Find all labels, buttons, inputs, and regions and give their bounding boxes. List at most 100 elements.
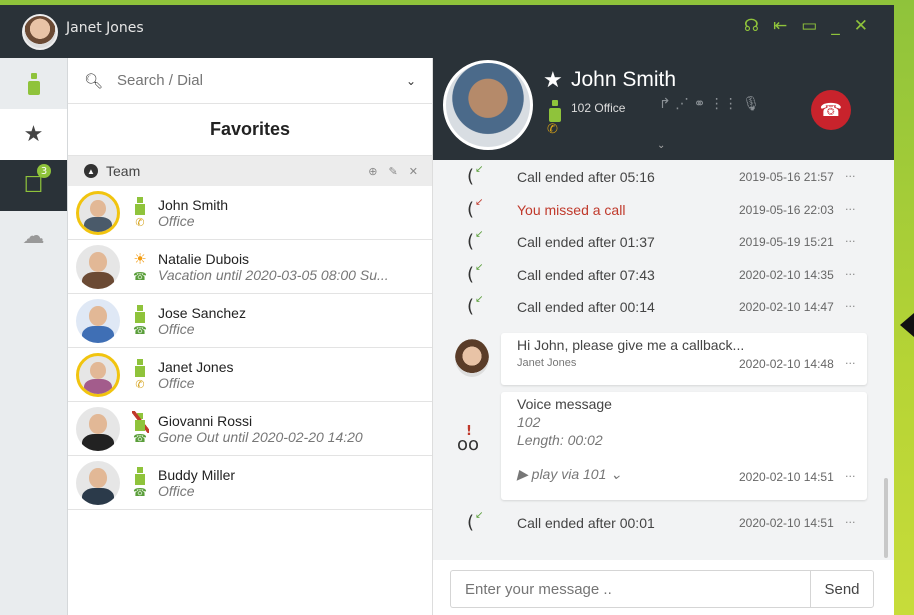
call-row: (↙ Call ended after 00:01 2020-02-10 14:51…	[433, 506, 894, 539]
more-icon[interactable]: ···	[845, 235, 856, 248]
group-header-team[interactable]: ▲ Team ⊕ ✎ ✕	[68, 156, 432, 186]
search-icon: 🔍︎	[84, 71, 104, 90]
contact-row[interactable]: ✆ John Smith Office	[68, 186, 432, 240]
chat-message[interactable]: Hi John, please give me a callback... Jan…	[501, 333, 867, 385]
headset-icon[interactable]: ☊	[744, 16, 759, 36]
available-icon	[135, 467, 145, 485]
close-icon[interactable]: ✕	[854, 16, 868, 36]
more-icon[interactable]: ···	[845, 170, 856, 183]
conversation-panel: ★ John Smith ✆ 102 Office ↱ ⋰ ⚭ ⋮⋮ 🎙 ☎ ⌄…	[433, 58, 894, 615]
contact-avatar[interactable]	[76, 460, 120, 505]
timestamp: 2020-02-10 14:48	[739, 357, 834, 371]
timestamp: 2020-02-10 14:51	[739, 470, 834, 484]
more-icon[interactable]: ···	[845, 516, 856, 529]
restore-icon[interactable]: ▭	[801, 16, 817, 36]
avatar-body	[84, 217, 112, 232]
pin-left-icon[interactable]: ⇤	[773, 16, 787, 36]
more-icon[interactable]: ···	[845, 300, 856, 313]
avatar-face	[89, 252, 107, 272]
presence-icon	[549, 100, 561, 122]
call-row: (↙ Call ended after 05:16 2019-05-16 21:57…	[433, 160, 894, 193]
accent-line	[0, 0, 894, 5]
contact-note: Vacation until 2020-03-05 08:00 Su...	[158, 266, 389, 283]
phone-icon: ☎	[133, 486, 147, 499]
more-icon[interactable]: ···	[845, 203, 856, 216]
contact-note: Office	[158, 212, 195, 229]
vacation-icon: ☀	[133, 250, 147, 268]
contact-row[interactable]: ☎ Jose Sanchez Office	[68, 294, 432, 348]
status-indicator: ☎	[128, 411, 152, 444]
contact-list: ✆ John Smith Office ☀ ☎ Natalie Dubois Vacatio…	[68, 186, 432, 510]
scrollbar[interactable]	[884, 478, 888, 558]
voicemail-extension: 102	[517, 414, 541, 430]
avatar-body	[82, 487, 114, 505]
avatar-body	[82, 325, 114, 343]
sidebar-item-presence[interactable]	[0, 58, 67, 109]
contact-row[interactable]: ☎ Giovanni Rossi Gone Out until 2020-02-20…	[68, 402, 432, 456]
user-avatar[interactable]	[22, 14, 58, 50]
sidebar-item-favorites[interactable]: ★	[0, 109, 67, 160]
contact-name: Buddy Miller	[158, 466, 236, 483]
more-icon[interactable]: ···	[845, 357, 856, 370]
minimize-icon[interactable]: _	[831, 16, 840, 36]
group-actions-icon[interactable]: ⊕ ✎ ✕	[368, 165, 422, 178]
more-icon[interactable]: ···	[845, 268, 856, 281]
contact-avatar[interactable]	[76, 298, 120, 343]
call-row: (↙ Call ended after 01:37 2019-05-19 15:21…	[433, 225, 894, 258]
contact-note: Office	[158, 482, 195, 499]
more-icon[interactable]: ···	[845, 470, 856, 483]
caller-avatar	[443, 60, 533, 150]
contact-info: Jose Sanchez Office	[158, 305, 408, 337]
composer: Send	[433, 560, 894, 615]
contact-row[interactable]: ✆ Janet Jones Office	[68, 348, 432, 402]
message-text: Call ended after 00:14	[517, 298, 655, 315]
sidebar-item-groups[interactable]: ☁	[0, 211, 67, 262]
contact-avatar[interactable]	[76, 406, 120, 451]
page-title: Favorites	[68, 104, 432, 156]
status-indicator: ☎	[128, 467, 152, 498]
call-actions-icon[interactable]: ↱ ⋰ ⚭ ⋮⋮ 🎙	[659, 96, 760, 112]
contact-info: Buddy Miller Office	[158, 467, 408, 499]
caller-extension: 102 Office	[571, 101, 626, 115]
dock-edge[interactable]	[894, 0, 914, 615]
phone-icon: ✆	[547, 122, 558, 137]
group-name: Team	[106, 163, 141, 179]
call-ended-icon: (↙	[467, 229, 484, 252]
arrow-icon: ↙	[475, 229, 484, 240]
collapse-icon[interactable]: ▲	[84, 164, 98, 178]
call-ended-icon: (↙	[467, 164, 484, 187]
expand-icon[interactable]: ⌄	[657, 140, 665, 151]
contact-note: Office	[158, 374, 195, 391]
status-indicator: ☀ ☎	[128, 251, 152, 282]
contact-info: Janet Jones Office	[158, 359, 408, 391]
send-button[interactable]: Send	[810, 570, 874, 608]
collapse-arrow-icon[interactable]	[900, 313, 914, 337]
missed-call-icon: (↙	[467, 197, 484, 220]
voicemail-card[interactable]: Voice message 102 Length: 00:02 ▶ play via …	[501, 392, 867, 500]
search-bar: 🔍︎ ⌄	[68, 58, 432, 104]
message-input[interactable]	[450, 570, 810, 608]
sender-name: Janet Jones	[517, 357, 577, 369]
sidebar-item-chats[interactable]: ☐ 3	[0, 160, 67, 211]
favorite-star-icon[interactable]: ★	[543, 68, 563, 93]
user-name: Janet Jones	[66, 20, 144, 36]
timestamp: 2020-02-10 14:51	[739, 515, 834, 530]
chat-badge: 3	[37, 164, 51, 178]
message-text: Hi John, please give me a callback...	[517, 337, 745, 353]
voicemail-length: Length: 00:02	[517, 432, 603, 448]
contact-row[interactable]: ☀ ☎ Natalie Dubois Vacation until 2020-03-0…	[68, 240, 432, 294]
contact-avatar[interactable]	[76, 352, 120, 397]
contact-avatar[interactable]	[76, 244, 120, 289]
contact-name: Giovanni Rossi	[158, 412, 253, 429]
hangup-button[interactable]: ☎	[811, 90, 851, 130]
contact-avatar[interactable]	[76, 190, 120, 235]
chevron-down-icon[interactable]: ⌄	[406, 74, 416, 88]
avatar-body	[84, 379, 112, 394]
missed-call-row: (↙ You missed a call 2019-05-16 22:03 ···	[433, 193, 894, 226]
status-indicator: ✆	[128, 359, 152, 390]
contact-row[interactable]: ☎ Buddy Miller Office	[68, 456, 432, 510]
search-input[interactable]	[117, 72, 406, 89]
play-button[interactable]: ▶ play via 101 ⌄	[517, 466, 622, 483]
phone-icon: ☎	[133, 270, 147, 283]
arrow-icon: ↙	[475, 164, 484, 175]
